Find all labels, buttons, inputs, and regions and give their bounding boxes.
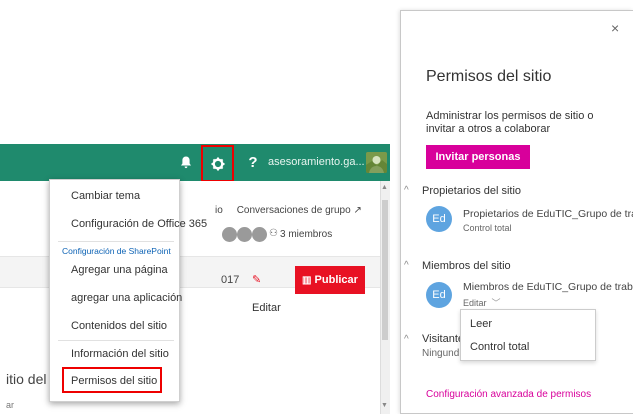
person-icon: ⚇ <box>269 228 278 239</box>
help-icon[interactable]: ? <box>244 144 262 181</box>
member-avatar <box>222 227 237 242</box>
menu-item-office365-settings[interactable]: Configuración de Office 365 <box>50 218 207 230</box>
visitors-section-header[interactable]: Visitante <box>422 333 464 345</box>
owners-section-header[interactable]: Propietarios del sitio <box>422 185 521 197</box>
edit-button[interactable]: ✎ Editar <box>252 266 292 314</box>
member-avatar <box>252 227 267 242</box>
menu-item-add-page[interactable]: Agregar una página <box>50 264 181 276</box>
menu-divider <box>58 241 174 242</box>
pencil-icon: ✎ <box>252 274 262 286</box>
members-count[interactable]: 3 miembros <box>280 229 332 240</box>
panel-description: Administrar los permisos de sitio o invi… <box>426 110 594 135</box>
close-icon[interactable]: × <box>611 20 619 36</box>
menu-item-site-info[interactable]: Información del sitio <box>50 348 181 360</box>
role-option-full-control[interactable]: Control total <box>470 341 529 353</box>
member-avatar <box>237 227 252 242</box>
user-name[interactable]: asesoramiento.ga... <box>268 144 366 181</box>
menu-item-add-app[interactable]: agregar una aplicación <box>50 292 182 304</box>
publish-button[interactable]: ▥ Publicar <box>295 266 365 294</box>
menu-item-change-theme[interactable]: Cambiar tema <box>50 190 181 202</box>
site-nav: io Conversaciones de grupo ↗ <box>215 205 362 216</box>
invite-people-button[interactable]: Invitar personas <box>426 145 530 169</box>
group-conversations-link[interactable]: Conversaciones de grupo ↗ <box>237 205 362 216</box>
user-avatar[interactable] <box>366 152 387 173</box>
site-subtitle-fragment: ar <box>6 400 15 410</box>
settings-gear-highlight[interactable] <box>201 145 234 182</box>
advanced-permissions-link[interactable]: Configuración avanzada de permisos <box>426 389 591 400</box>
visitors-role: Ningund <box>422 348 460 359</box>
role-dropdown: Leer Control total <box>460 309 596 361</box>
menu-item-site-contents[interactable]: Contenidos del sitio <box>50 320 181 332</box>
nav-fragment: io <box>215 205 223 216</box>
members-role: Editar <box>463 298 487 308</box>
gear-icon <box>211 157 225 171</box>
date-fragment: 017 <box>221 274 240 286</box>
chevron-up-icon[interactable]: ^ <box>404 334 409 345</box>
members-group-name: Miembros de EduTIC_Grupo de trabaj <box>463 281 633 293</box>
site-title-fragment: itio del <box>6 371 47 387</box>
chevron-up-icon[interactable]: ^ <box>404 185 409 196</box>
scroll-up-icon[interactable]: ▲ <box>381 184 388 191</box>
chevron-up-icon[interactable]: ^ <box>404 260 409 271</box>
chevron-down-icon: ﹀ <box>489 298 501 308</box>
members-section-header[interactable]: Miembros del sitio <box>422 260 511 272</box>
publish-label: Publicar <box>314 274 358 286</box>
bell-icon[interactable] <box>176 144 196 183</box>
group-avatar: Ed <box>426 282 452 308</box>
group-avatar: Ed <box>426 206 452 232</box>
site-permissions-highlight <box>62 367 162 393</box>
scrollbar-thumb[interactable] <box>382 200 388 340</box>
owners-role: Control total <box>463 223 512 233</box>
edit-label: Editar <box>252 302 281 314</box>
owners-group-name: Propietarios de EduTIC_Grupo de trab <box>463 208 633 220</box>
role-option-read[interactable]: Leer <box>470 318 492 330</box>
members-role-select[interactable]: Editar ﹀ <box>463 296 501 309</box>
book-icon: ▥ <box>302 275 312 286</box>
scroll-down-icon[interactable]: ▼ <box>381 402 388 409</box>
menu-divider <box>58 340 174 341</box>
panel-title: Permisos del sitio <box>426 68 552 85</box>
menu-section-sharepoint-settings: Configuración de SharePoint <box>62 246 171 256</box>
